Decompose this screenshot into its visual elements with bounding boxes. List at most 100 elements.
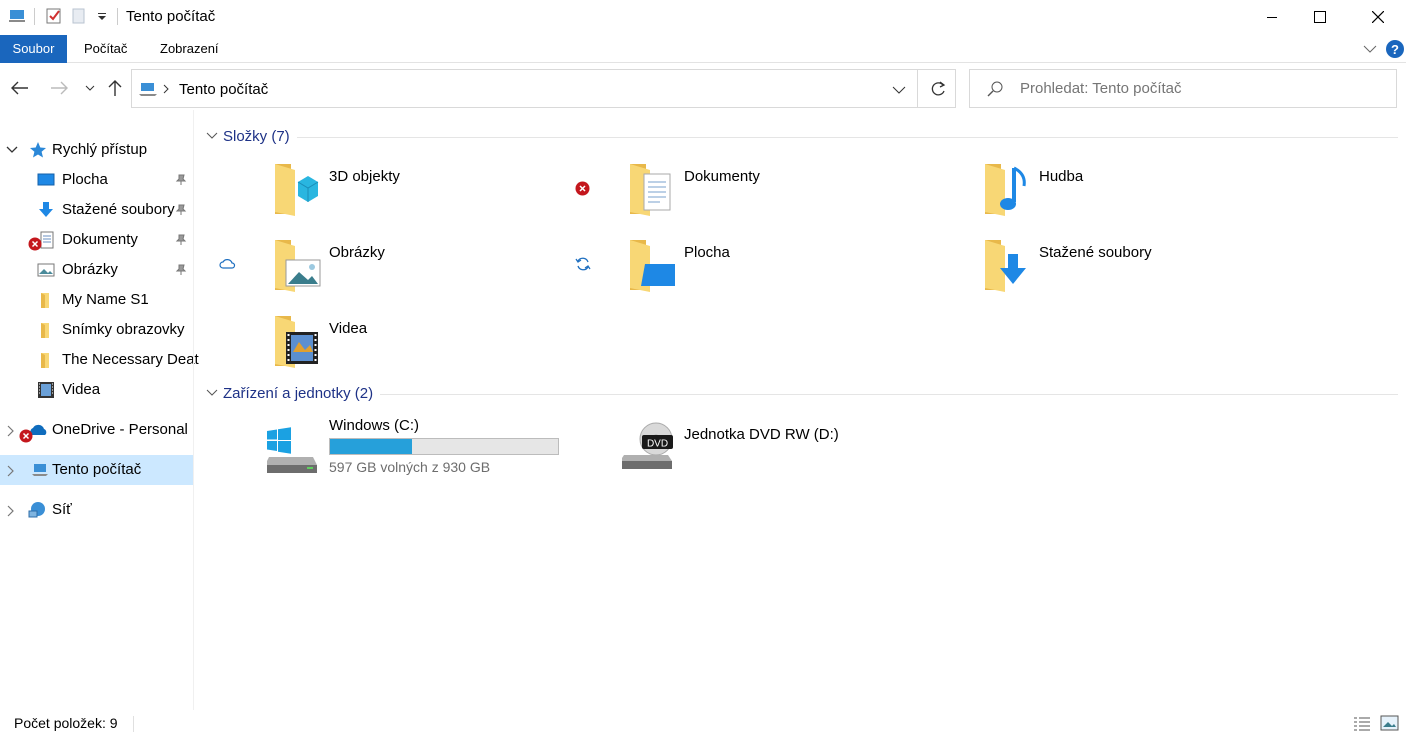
address-dropdown-icon[interactable] [892,85,906,95]
folder-tile-obrazky[interactable]: Obrázky [272,236,612,306]
drive-usage-fill [330,439,412,454]
sidebar-item-label: Snímky obrazovky [62,321,185,338]
sidebar-item-label: Videa [62,381,101,398]
drive-free-space: 597 GB volných z 930 GB [329,459,491,475]
dvd-logo-text: DVD [647,439,668,450]
folder-name: Videa [329,320,368,337]
sidebar-item-plocha[interactable]: Plocha [0,165,193,195]
folder-tile-dokumenty[interactable]: Dokumenty [627,160,967,230]
chevron-right-icon[interactable] [7,505,15,517]
group-header-devices[interactable]: Zařízení a jednotky (2) [223,385,373,402]
videos-icon [38,382,54,398]
sidebar-item-videa[interactable]: Videa [0,375,193,405]
folder-tile-stazene-soubory[interactable]: Stažené soubory [982,236,1322,306]
videos-folder-icon [275,316,318,368]
search-box[interactable] [969,69,1397,108]
star-icon [30,142,46,158]
back-button[interactable] [9,77,31,99]
minimize-icon [1267,16,1277,18]
pictures-folder-icon [275,240,321,292]
breadcrumb-chevron-icon [163,84,169,94]
pin-icon[interactable] [175,234,187,246]
sidebar-item-obrazky[interactable]: Obrázky [0,255,193,285]
folder-tile-hudba[interactable]: Hudba [982,160,1322,230]
folder-icon [41,353,49,368]
folder-tile-plocha[interactable]: Plocha [627,236,967,306]
sidebar-item-quick-access[interactable]: Rychlý přístup [0,135,193,165]
group-divider [380,394,1398,395]
sync-pending-icon [575,257,591,271]
refresh-icon[interactable] [929,80,947,98]
large-icons-view-icon[interactable] [1380,715,1399,732]
help-icon[interactable]: ? [1385,39,1405,59]
sidebar-item-label: Stažené soubory [62,201,175,218]
maximize-button[interactable] [1297,0,1343,33]
chevron-down-icon[interactable] [206,132,218,140]
breadcrumb-item[interactable]: Tento počítač [179,81,268,98]
maximize-icon [1314,10,1326,23]
folder-tile-3d-objekty[interactable]: 3D objekty [272,160,612,230]
navigation-pane: Rychlý přístup Plocha Stažené soubory Do… [0,130,199,710]
documents-folder-icon [630,164,671,216]
folder-icon [41,293,49,308]
folder-name: 3D objekty [329,168,400,185]
customize-quick-access-icon[interactable] [94,7,112,25]
sidebar-item-label: My Name S1 [62,291,149,308]
tab-soubor[interactable]: Soubor [0,35,67,63]
group-header-folders[interactable]: Složky (7) [223,128,290,145]
chevron-right-icon[interactable] [7,425,15,437]
close-button[interactable] [1355,0,1401,33]
pin-icon[interactable] [175,264,187,276]
sidebar-item-label: Tento počítač [52,461,142,478]
pin-icon[interactable] [175,204,187,216]
sidebar-item-onedrive[interactable]: OneDrive - Personal [0,415,193,445]
tab-pocitac[interactable]: Počítač [74,35,137,63]
tab-zobrazeni[interactable]: Zobrazení [150,35,229,63]
expand-ribbon-icon[interactable] [1363,44,1377,54]
drive-usage-bar [329,438,559,455]
music-folder-icon [985,164,1026,216]
windows-drive-icon [267,427,317,473]
3d-objects-folder-icon [275,164,319,216]
details-view-icon[interactable] [1353,716,1371,732]
sidebar-item-label: Plocha [62,171,108,188]
chevron-right-icon[interactable] [7,465,15,477]
chevron-down-icon[interactable] [206,389,218,397]
chevron-down-icon[interactable] [6,145,18,155]
window-title: Tento počítač [126,8,216,25]
recent-locations-button[interactable] [79,77,101,99]
pin-icon[interactable] [175,174,187,186]
up-button[interactable] [104,77,126,99]
search-icon [987,81,1003,97]
sidebar-item-label: Dokumenty [62,231,138,248]
drive-name: Jednotka DVD RW (D:) [684,426,839,443]
sidebar-item-sit[interactable]: Síť [0,495,193,525]
folder-name: Obrázky [329,244,385,261]
search-input[interactable] [1020,80,1380,97]
address-bar[interactable]: Tento počítač [131,69,956,108]
sidebar-item-dokumenty[interactable]: Dokumenty [0,225,193,255]
drive-name: Windows (C:) [329,417,420,434]
drive-tile-d[interactable]: DVD Jednotka DVD RW (D:) [622,422,962,495]
pictures-icon [37,263,55,277]
arrow-up-icon [108,80,122,96]
new-folder-icon[interactable] [70,7,88,25]
folder-name: Hudba [1039,168,1084,185]
pane-splitter[interactable] [193,110,194,710]
folder-name: Plocha [684,244,730,261]
minimize-button[interactable] [1249,0,1295,33]
properties-icon[interactable] [45,7,63,25]
title-bar: Tento počítač [0,0,1406,33]
sidebar-item-label: OneDrive - Personal [52,421,188,438]
forward-button[interactable] [48,77,70,99]
group-divider [297,137,1398,138]
drive-tile-c[interactable]: Windows (C:) 597 GB volných z 930 GB [267,417,607,487]
folder-tile-videa[interactable]: Videa [272,312,612,382]
sidebar-item-snimky-obrazovky[interactable]: Snímky obrazovky [0,315,193,345]
arrow-right-icon [51,81,68,95]
sidebar-item-the-necessary-deat[interactable]: The Necessary Deat [0,345,199,375]
sidebar-item-tento-pocitac[interactable]: Tento počítač [0,455,193,485]
folder-icon [41,323,49,338]
sidebar-item-my-name-s1[interactable]: My Name S1 [0,285,193,315]
sidebar-item-stazene-soubory[interactable]: Stažené soubory [0,195,193,225]
